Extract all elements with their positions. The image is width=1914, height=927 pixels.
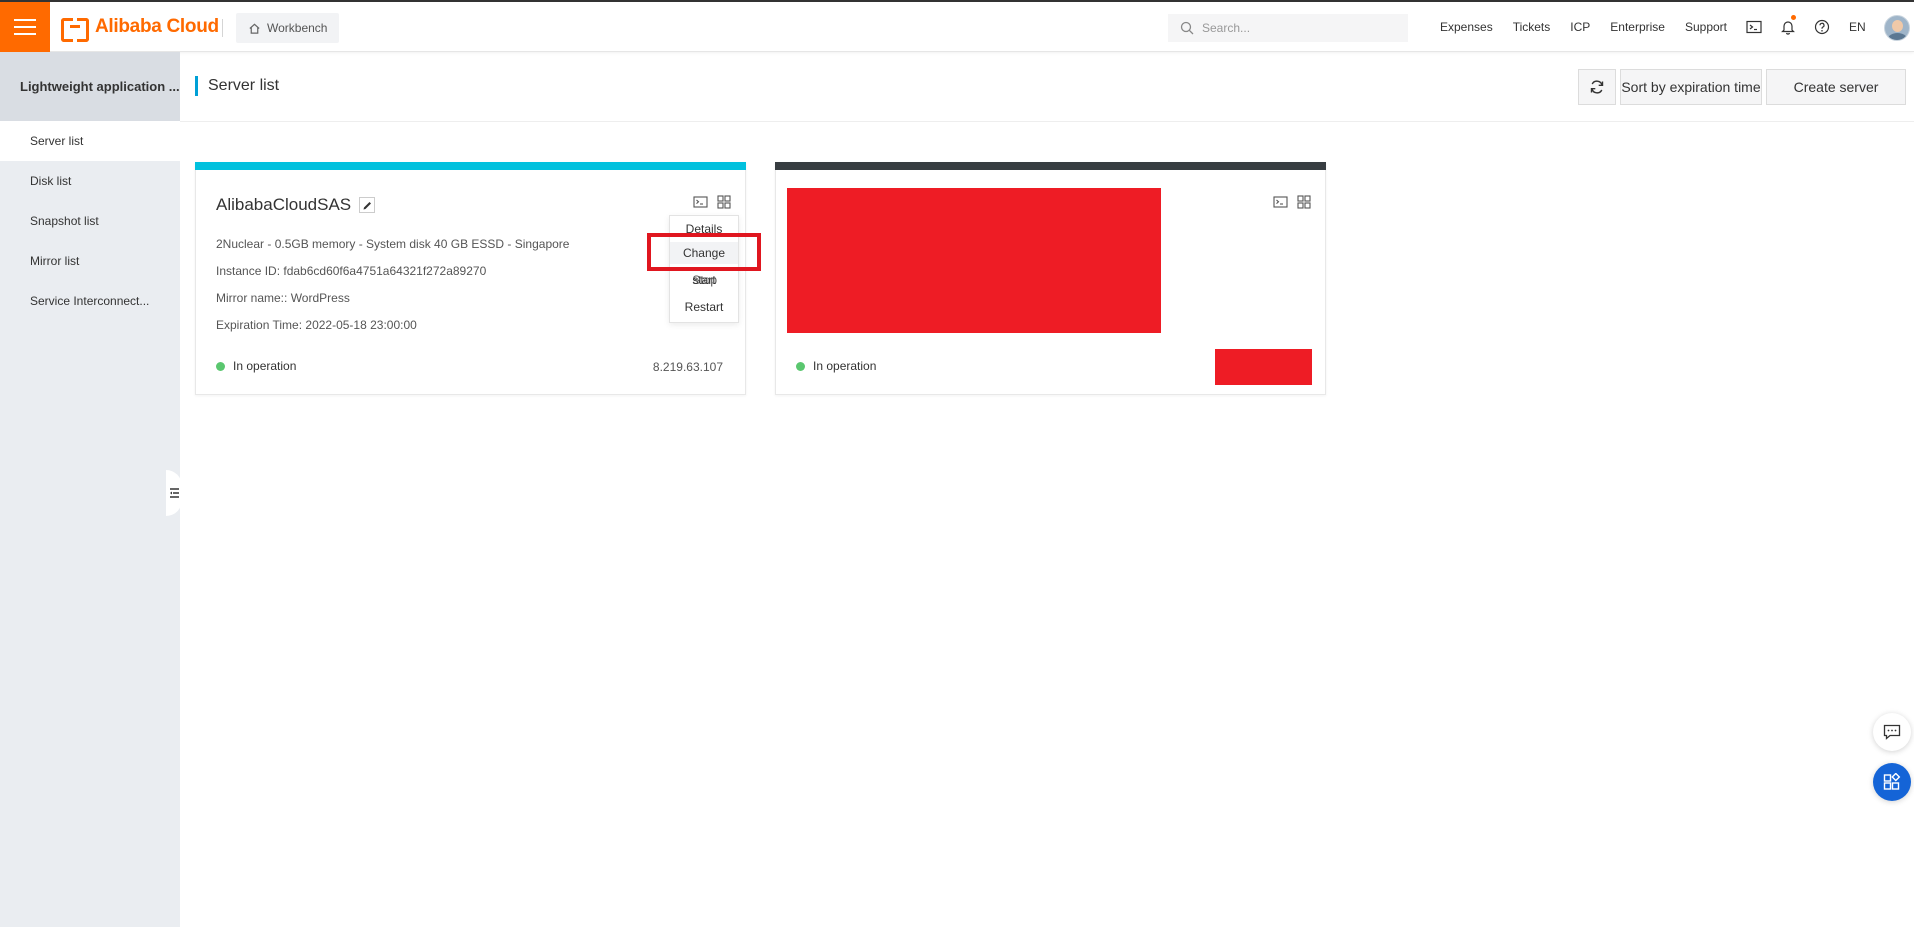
sidebar-item-disk-list[interactable]: Disk list	[0, 161, 180, 201]
terminal-icon	[692, 195, 708, 208]
top-navigation-bar: Alibaba Cloud Workbench Expenses Tickets…	[0, 0, 1914, 52]
card-status-bar	[775, 162, 1326, 170]
server-actions-menu: Details Change start Stop Restart	[669, 215, 739, 323]
create-server-button[interactable]: Create server	[1766, 69, 1906, 105]
expiration-value: 2022-05-18 23:00:00	[305, 318, 417, 332]
hamburger-line	[14, 19, 36, 21]
sidebar-item-server-list[interactable]: Server list	[0, 121, 180, 161]
refresh-button[interactable]	[1578, 69, 1616, 105]
hamburger-line	[14, 26, 36, 28]
icp-link[interactable]: ICP	[1560, 20, 1600, 34]
apps-widget-button[interactable]	[1873, 763, 1911, 801]
menu-item-details[interactable]: Details	[670, 218, 738, 240]
page-title: Server list	[195, 76, 279, 96]
grid-icon	[717, 195, 731, 209]
terminal-button[interactable]	[1737, 2, 1771, 52]
sidebar-title: Lightweight application ...	[0, 52, 180, 121]
bell-icon	[1781, 21, 1795, 35]
status-dot	[796, 361, 805, 371]
page-header: Server list Sort by expiration time Crea…	[180, 52, 1914, 122]
expiration-row: Expiration Time: 2022-05-18 23:00:00	[216, 318, 417, 332]
card-actions	[692, 195, 732, 209]
redacted-ip	[1215, 349, 1312, 385]
refresh-icon	[1590, 80, 1604, 94]
sidebar-item-mirror-list[interactable]: Mirror list	[0, 241, 180, 281]
server-name: AlibabaCloudSAS	[216, 195, 376, 215]
redacted-server-details	[787, 188, 1161, 333]
expiration-label: Expiration Time:	[216, 318, 303, 332]
workbench-button[interactable]: Workbench	[236, 13, 340, 43]
card-actions	[1272, 195, 1312, 209]
search-icon	[1180, 21, 1194, 35]
remote-connect-button[interactable]	[692, 195, 708, 209]
home-icon	[249, 23, 260, 34]
terminal-icon	[1746, 20, 1762, 34]
more-actions-button[interactable]	[1296, 195, 1312, 209]
sidebar-item-snapshot-list[interactable]: Snapshot list	[0, 201, 180, 241]
edit-name-button[interactable]	[359, 197, 376, 213]
server-name-text[interactable]: AlibabaCloudSAS	[216, 195, 351, 215]
collapse-icon	[169, 488, 179, 498]
alibaba-cloud-logo[interactable]: Alibaba Cloud	[61, 15, 219, 42]
terminal-icon	[1272, 195, 1288, 208]
menu-item-stop-start[interactable]: start Stop	[670, 269, 738, 291]
feedback-button[interactable]	[1873, 713, 1911, 751]
remote-connect-button[interactable]	[1272, 195, 1288, 209]
user-avatar[interactable]	[1884, 15, 1910, 41]
mirror-name-row: Mirror name:: WordPress	[216, 291, 350, 305]
status-text: In operation	[233, 359, 297, 373]
card-status-bar	[195, 162, 746, 170]
notifications-button[interactable]	[1771, 2, 1805, 52]
server-status: In operation	[216, 359, 296, 373]
grid-icon	[1297, 195, 1311, 209]
instance-id-value: fdab6cd60f6a4751a64321f272a89270	[283, 264, 487, 278]
support-link[interactable]: Support	[1675, 20, 1737, 34]
divider	[222, 19, 223, 37]
stop-start-overlap: start Stop	[692, 273, 718, 287]
status-dot	[216, 361, 225, 371]
alibaba-logo-icon	[61, 18, 89, 42]
sidebar: Lightweight application ... Server list …	[0, 52, 180, 927]
notification-dot	[1791, 15, 1797, 20]
sidebar-item-service-interconnect[interactable]: Service Interconnect...	[0, 281, 180, 321]
server-status: In operation	[796, 359, 876, 373]
expenses-link[interactable]: Expenses	[1430, 20, 1503, 34]
status-text: In operation	[813, 359, 877, 373]
chat-icon	[1883, 724, 1901, 740]
tickets-link[interactable]: Tickets	[1503, 20, 1561, 34]
mirror-name-value: WordPress	[290, 291, 350, 305]
search-input[interactable]	[1202, 21, 1392, 35]
help-icon	[1814, 19, 1830, 35]
menu-item-stop-label: Stop	[692, 273, 718, 287]
language-switch[interactable]: EN	[1839, 20, 1876, 34]
server-spec: 2Nuclear - 0.5GB memory - System disk 40…	[216, 237, 570, 251]
search-box	[1168, 14, 1408, 42]
menu-item-restart[interactable]: Restart	[670, 296, 738, 318]
menu-item-change[interactable]: Change	[670, 242, 738, 264]
server-card: AlibabaCloudSAS 2Nuclear - 0.5GB memory …	[195, 162, 746, 395]
menu-hamburger-button[interactable]	[0, 2, 50, 52]
public-ip[interactable]: 8.219.63.107	[653, 360, 723, 374]
hamburger-line	[14, 33, 36, 35]
enterprise-link[interactable]: Enterprise	[1600, 20, 1675, 34]
pencil-icon	[363, 201, 371, 209]
logo-text: Alibaba Cloud	[95, 16, 219, 37]
instance-id-label: Instance ID:	[216, 264, 281, 278]
mirror-name-label: Mirror name::	[216, 291, 288, 305]
sort-by-expiration-button[interactable]: Sort by expiration time	[1620, 69, 1762, 105]
instance-id-row: Instance ID: fdab6cd60f6a4751a64321f272a…	[216, 264, 486, 278]
help-button[interactable]	[1805, 2, 1839, 52]
more-actions-button[interactable]	[716, 195, 732, 209]
top-links: Expenses Tickets ICP Enterprise Support …	[1430, 2, 1876, 52]
apps-icon	[1883, 773, 1901, 790]
workbench-label: Workbench	[267, 21, 328, 35]
